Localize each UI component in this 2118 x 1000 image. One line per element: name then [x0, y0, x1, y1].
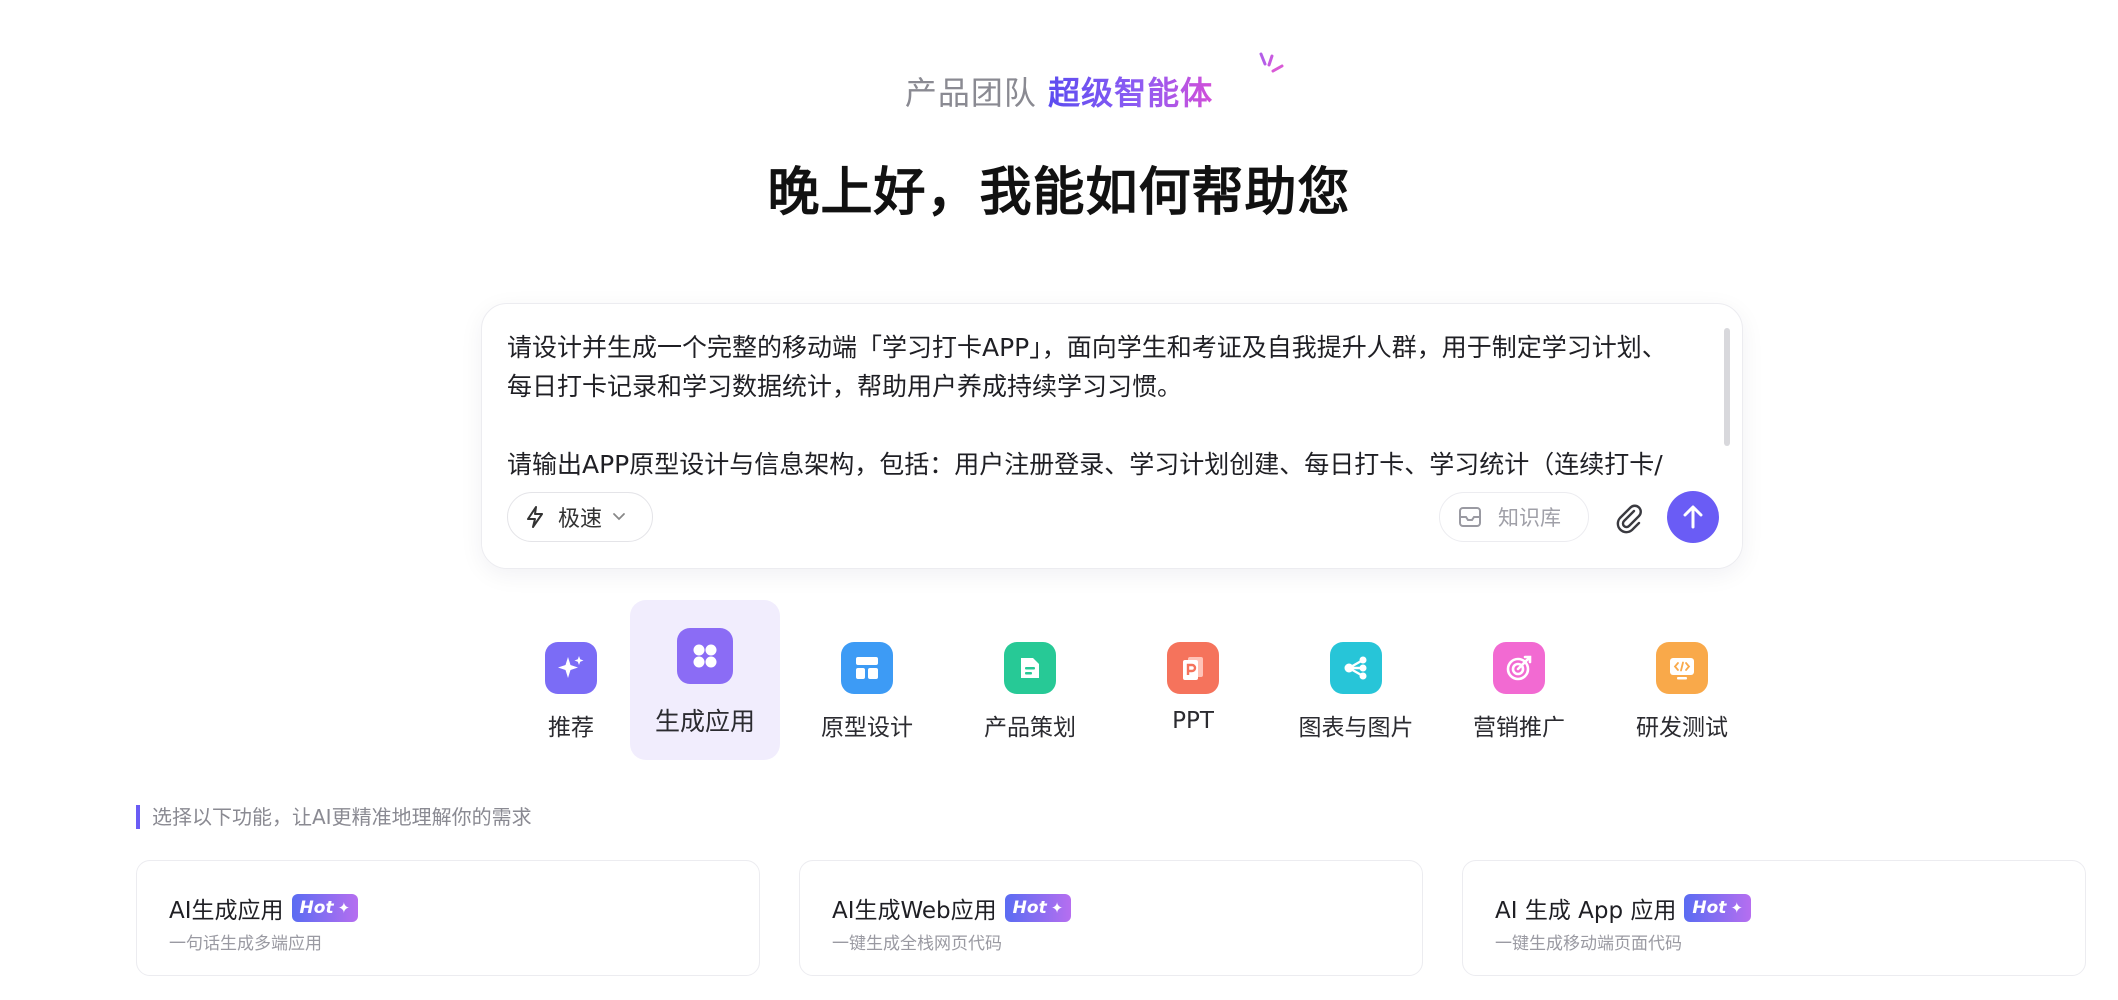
agent-title: 产品团队 超级智能体	[0, 68, 2118, 114]
knowledge-box-icon	[1459, 507, 1481, 527]
tab-product-planning[interactable]: 产品策划	[955, 600, 1105, 760]
arrow-up-icon	[1683, 505, 1703, 529]
feature-desc: 一键生成全栈网页代码	[832, 934, 1002, 954]
feature-title: AI生成应用	[169, 898, 284, 924]
tab-dev-test[interactable]: 研发测试	[1607, 600, 1757, 760]
feature-title: AI生成Web应用	[832, 898, 997, 924]
prompt-composer: 请设计并生成一个完整的移动端「学习打卡APP」，面向学生和考证及自我提升人群，用…	[481, 303, 1743, 569]
feature-desc: 一键生成移动端页面代码	[1495, 934, 1682, 954]
target-icon	[1493, 642, 1545, 694]
tab-label: 图表与图片	[1298, 715, 1414, 741]
feature-card-ai-web-app[interactable]: AI生成Web应用 Hot ✦ 一键生成全栈网页代码	[799, 860, 1423, 976]
tab-label: 推荐	[548, 715, 594, 741]
tab-label: 产品策划	[984, 715, 1076, 741]
feature-title: AI 生成 App 应用	[1495, 898, 1677, 924]
tab-label: 原型设计	[821, 715, 913, 741]
tab-charts-images[interactable]: 图表与图片	[1281, 600, 1431, 760]
hot-badge: Hot ✦	[291, 894, 359, 922]
ppt-icon	[1167, 642, 1219, 694]
super-agent-label: 超级智能体	[1048, 74, 1214, 112]
sparkle-icon: ✦	[1730, 899, 1744, 917]
sparkle-icon	[545, 642, 597, 694]
hot-badge: Hot ✦	[1684, 894, 1752, 922]
tab-recommend[interactable]: 推荐	[496, 600, 646, 760]
tab-label: PPT	[1172, 708, 1214, 734]
hot-badge-label: Hot	[1692, 898, 1727, 918]
sparkle-decoration-icon	[1259, 52, 1284, 73]
category-tabs: 推荐 生成应用 原型设计 产品策划 PPT 图表与图片 营销推广 研发测试	[496, 600, 1728, 760]
knowledge-base-button[interactable]: 知识库	[1439, 492, 1589, 542]
tab-label: 研发测试	[1636, 715, 1728, 741]
mode-select[interactable]: 极速	[507, 492, 653, 542]
share-nodes-icon	[1330, 642, 1382, 694]
feature-hint: 选择以下功能，让AI更精准地理解你的需求	[136, 805, 532, 829]
mode-label: 极速	[558, 507, 603, 532]
feature-card-ai-app[interactable]: AI生成应用 Hot ✦ 一句话生成多端应用	[136, 860, 760, 976]
feature-desc: 一句话生成多端应用	[169, 934, 322, 954]
bolt-icon	[527, 506, 543, 528]
document-icon	[1004, 642, 1056, 694]
layout-icon	[841, 642, 893, 694]
greeting-heading: 晚上好，我能如何帮助您	[767, 163, 1351, 223]
tab-ppt[interactable]: PPT	[1118, 600, 1268, 760]
prompt-scrollbar[interactable]	[1724, 328, 1730, 446]
code-icon	[1656, 642, 1708, 694]
send-button[interactable]	[1667, 491, 1719, 543]
tab-label: 营销推广	[1473, 715, 1565, 741]
apps-grid-icon	[677, 628, 733, 684]
prompt-textarea[interactable]: 请设计并生成一个完整的移动端「学习打卡APP」，面向学生和考证及自我提升人群，用…	[507, 328, 1687, 478]
tab-prototype[interactable]: 原型设计	[792, 600, 942, 760]
team-label: 产品团队	[904, 74, 1037, 112]
hot-badge-label: Hot	[1012, 898, 1047, 918]
tab-label: 生成应用	[654, 707, 755, 736]
knowledge-label: 知识库	[1498, 506, 1561, 530]
tab-generate-app[interactable]: 生成应用	[630, 600, 780, 760]
tab-marketing[interactable]: 营销推广	[1444, 600, 1594, 760]
hot-badge-label: Hot	[299, 898, 334, 918]
attach-paperclip-icon[interactable]	[1612, 501, 1646, 535]
sparkle-icon: ✦	[1050, 899, 1064, 917]
chevron-down-icon	[613, 513, 625, 521]
feature-card-ai-mobile-app[interactable]: AI 生成 App 应用 Hot ✦ 一键生成移动端页面代码	[1462, 860, 2086, 976]
sparkle-icon: ✦	[337, 899, 351, 917]
hot-badge: Hot ✦	[1004, 894, 1072, 922]
